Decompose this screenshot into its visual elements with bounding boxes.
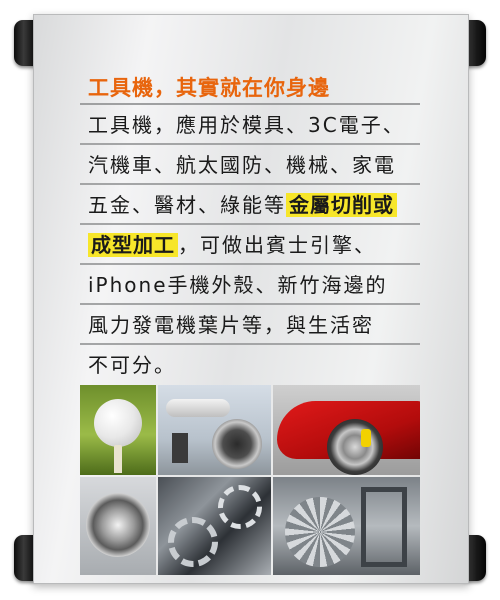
photo-grid	[80, 385, 420, 575]
body-line-2-text: 汽機車、航太國防、機械、家電	[88, 153, 396, 177]
sports-car-wheel-icon	[273, 385, 420, 475]
body-line-6-text: 風力發電機葉片等，與生活密	[88, 313, 374, 337]
machine-gears-icon	[158, 477, 271, 575]
highlight-forming: 成型加工	[88, 233, 178, 257]
golf-ball-icon	[80, 385, 156, 475]
body-line-3-text: 五金、醫材、綠能等	[88, 193, 286, 217]
body-line-7-text: 不可分。	[88, 353, 176, 377]
turbine-part-icon	[273, 477, 420, 575]
airplane-engine-icon	[158, 385, 271, 475]
body-line-6: 風力發電機葉片等，與生活密	[80, 305, 420, 345]
body-line-7: 不可分。	[80, 345, 420, 385]
body-line-5: iPhone手機外殼、新竹海邊的	[80, 265, 420, 305]
metal-drill-part-icon	[80, 477, 156, 575]
highlight-metal-cutting: 金屬切削或	[286, 193, 397, 217]
body-line-4-text: ，可做出賓士引擎、	[178, 233, 376, 257]
body-line-1: 工具機，應用於模具、3C電子、	[80, 105, 420, 145]
body-line-4: 成型加工 ，可做出賓士引擎、	[80, 225, 420, 265]
body-line-1-text: 工具機，應用於模具、3C電子、	[88, 113, 405, 137]
banner-heading: 工具機，其實就在你身邊	[88, 76, 330, 100]
body-line-5-text: iPhone手機外殼、新竹海邊的	[88, 273, 388, 297]
body-line-3: 五金、醫材、綠能等 金屬切削或	[80, 185, 420, 225]
body-line-2: 汽機車、航太國防、機械、家電	[80, 145, 420, 185]
